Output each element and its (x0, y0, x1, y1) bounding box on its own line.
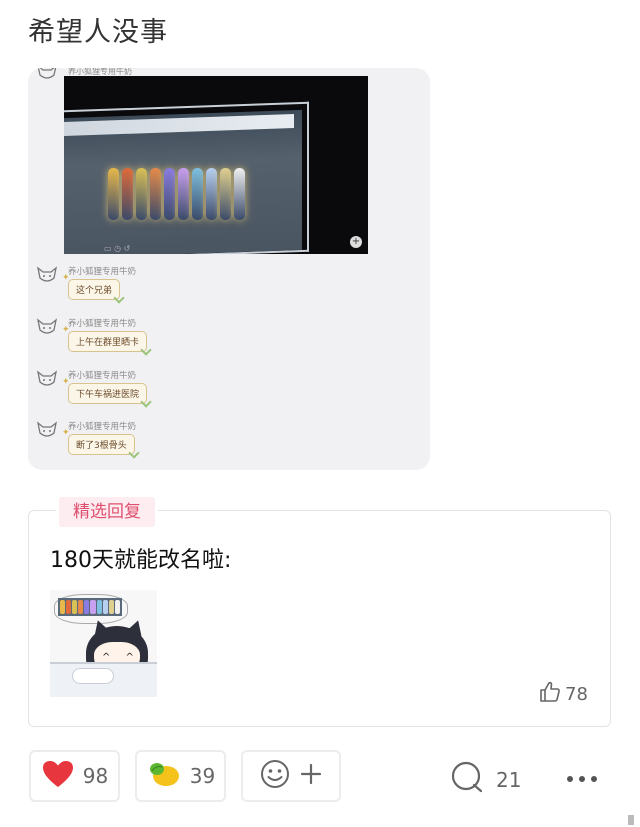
mini-hero-card (60, 600, 66, 614)
post-title: 希望人没事 (28, 17, 168, 48)
mini-card-row (58, 598, 122, 616)
mini-hero-card (72, 600, 78, 614)
smiley-icon (259, 758, 291, 795)
thumbs-up-icon (538, 680, 562, 709)
selected-reply-tag: 精选回复 (56, 494, 158, 530)
hero-card (178, 168, 189, 220)
hero-card (136, 168, 147, 220)
lemon-button[interactable]: 39 (135, 750, 226, 802)
hero-card (192, 168, 203, 220)
hero-card (234, 168, 245, 220)
monitor-photo: ▭ ◷ ↺ + (64, 76, 368, 254)
mini-hero-card (90, 600, 96, 614)
mini-hero-card (108, 600, 114, 614)
sparkle-icon: ✦ (62, 325, 70, 335)
comment-bubble-icon (450, 760, 484, 799)
sparkle-icon: ✦ (62, 377, 70, 387)
chat-sender-name: 养小狐狸专用牛奶 (68, 422, 137, 432)
mini-hero-card (102, 600, 108, 614)
reply-text: 180天就能改名啦: (50, 548, 232, 573)
chat-sender-name: 养小狐狸专用牛奶 (68, 319, 137, 329)
sparkle-icon: ✦ (62, 428, 70, 438)
fox-avatar-icon (36, 266, 58, 288)
fox-avatar-icon (36, 421, 58, 443)
hero-card (150, 168, 161, 220)
reply-like-button[interactable]: 78 (538, 680, 588, 709)
chat-bubble: ✦ 下午车祸进医院 (62, 377, 148, 404)
comment-button[interactable]: 21 (450, 760, 521, 799)
expand-icon[interactable]: + (350, 236, 362, 248)
plus-icon (299, 762, 323, 791)
lemon-count: 39 (189, 764, 216, 788)
mini-hero-card (96, 600, 102, 614)
scroll-indicator (628, 815, 634, 825)
mini-hero-card (66, 600, 72, 614)
comment-count: 21 (496, 767, 522, 792)
hero-card (122, 168, 133, 220)
reply-like-count: 78 (565, 684, 588, 705)
hero-card (206, 168, 217, 220)
character-arm (72, 668, 114, 684)
chat-sender-name: 养小狐狸专用牛奶 (68, 267, 137, 277)
hero-card (220, 168, 231, 220)
reply-sticker-image[interactable]: ^ ^ (50, 590, 157, 697)
hero-card (108, 168, 119, 220)
sparkle-icon: ✦ (62, 273, 70, 283)
mini-hero-card (114, 600, 120, 614)
fox-avatar-icon (36, 68, 58, 84)
screen-bottom-icons: ▭ ◷ ↺ (104, 244, 131, 253)
mini-hero-card (84, 600, 90, 614)
heart-icon (41, 759, 75, 794)
hero-card (164, 168, 175, 220)
chat-bubble: ✦ 上午在群里晒卡 (62, 325, 148, 352)
chat-sender-name: 养小狐狸专用牛奶 (68, 371, 137, 381)
lemon-icon (146, 759, 182, 794)
fox-avatar-icon (36, 318, 58, 340)
card-row (108, 168, 245, 220)
add-reaction-button[interactable] (241, 750, 341, 802)
chat-screenshot-image[interactable]: 养小狐狸专用牛奶 ▭ ◷ ↺ + 养小狐狸专用牛奶 ✦ 这个兄弟 养小狐狸专用牛奶… (28, 68, 430, 470)
love-button[interactable]: 98 (29, 750, 120, 802)
fox-avatar-icon (36, 370, 58, 392)
mini-hero-card (78, 600, 84, 614)
love-count: 98 (82, 764, 109, 788)
chat-bubble: ✦ 断了3根骨头 (62, 428, 135, 455)
chat-bubble: ✦ 这个兄弟 (62, 273, 121, 300)
more-options-button[interactable] (566, 764, 598, 789)
